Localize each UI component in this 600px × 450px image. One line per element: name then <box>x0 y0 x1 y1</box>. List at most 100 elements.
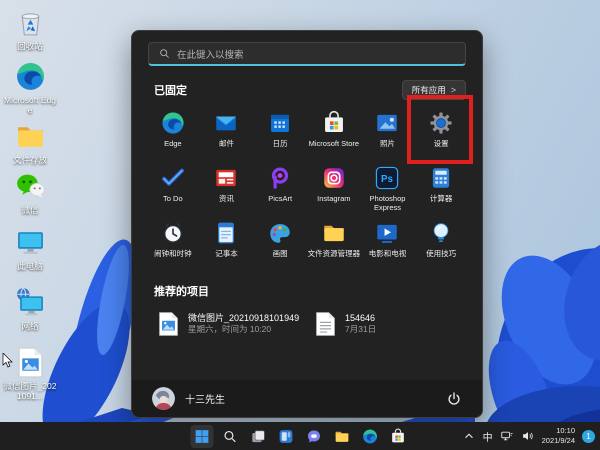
recommended-items: 微信图片_20210918101949星期六，时间为 10:201546467月… <box>152 307 466 341</box>
tray-ime-indicator[interactable]: 中 <box>483 429 493 444</box>
photos-icon <box>374 110 400 136</box>
recommended-item[interactable]: 微信图片_20210918101949星期六，时间为 10:20 <box>152 307 309 341</box>
instagram-icon <box>321 165 347 191</box>
app-tile-instagram[interactable]: Instagram <box>307 161 361 216</box>
app-tile-edge[interactable]: Edge <box>146 106 200 161</box>
app-tile-notepad[interactable]: 记事本 <box>200 216 254 271</box>
app-tile-label: Microsoft Store <box>309 139 359 148</box>
app-tile-picsart[interactable]: PicsArt <box>253 161 307 216</box>
tray-time: 10:10 <box>542 426 575 436</box>
news-icon <box>213 165 239 191</box>
desktop-icon-edge[interactable]: Microsoft Edge <box>2 60 58 115</box>
file-explorer-icon <box>334 428 351 445</box>
app-tile-photoshop-express[interactable]: Ps Photoshop Express <box>361 161 415 216</box>
store-icon <box>390 428 407 445</box>
app-tile-paint[interactable]: 画图 <box>253 216 307 271</box>
desktop-icon-network[interactable]: 网络 <box>2 286 58 331</box>
tray-network-icon[interactable] <box>500 429 514 443</box>
taskbar-chat-button[interactable] <box>303 425 326 448</box>
chat-icon <box>306 428 323 445</box>
app-tile-file-explorer[interactable]: 文件资源管理器 <box>307 216 361 271</box>
image-file-icon <box>158 311 179 337</box>
taskbar-store-button[interactable] <box>387 425 410 448</box>
search-placeholder: 在此键入以搜索 <box>177 47 244 61</box>
user-name[interactable]: 十三先生 <box>185 391 225 406</box>
app-tile-clock[interactable]: 闹钟和时钟 <box>146 216 200 271</box>
app-tile-label: 设置 <box>434 139 449 148</box>
app-tile-tips[interactable]: 使用技巧 <box>414 216 468 271</box>
desktop-icon-recycle-bin[interactable]: 回收站 <box>2 6 58 51</box>
recommended-item-title: 154646 <box>345 313 376 325</box>
mail-icon <box>213 110 239 136</box>
desktop-icon-folder[interactable]: 文件存放 <box>2 120 58 165</box>
tray-date: 2021/9/24 <box>542 436 575 446</box>
start-menu: 在此键入以搜索 已固定 所有应用 > Edge 邮件 日历Microsoft Sto… <box>131 30 483 418</box>
network-icon <box>14 286 47 319</box>
movies-tv-icon <box>374 220 400 246</box>
start-search-box[interactable]: 在此键入以搜索 <box>148 42 466 66</box>
app-tile-label: To Do <box>163 194 183 203</box>
recycle-bin-icon <box>14 6 47 39</box>
app-tile-news[interactable]: 资讯 <box>200 161 254 216</box>
app-tile-label: 使用技巧 <box>426 249 456 258</box>
todo-icon <box>160 165 186 191</box>
taskbar-edge-button[interactable] <box>359 425 382 448</box>
task-view-icon <box>250 428 267 445</box>
taskbar-start-button[interactable] <box>191 425 214 448</box>
taskbar: 中 10:10 2021/9/24 1 <box>0 422 600 450</box>
taskbar-file-explorer-button[interactable] <box>331 425 354 448</box>
app-tile-label: 文件资源管理器 <box>308 249 361 258</box>
clock-icon <box>160 220 186 246</box>
desktop-icon-label: 此电脑 <box>17 261 43 271</box>
recommended-item[interactable]: 1546467月31日 <box>309 307 466 341</box>
taskbar-task-view-button[interactable] <box>247 425 270 448</box>
photoshop-express-icon: Ps <box>374 165 400 191</box>
app-tile-store[interactable]: Microsoft Store <box>307 106 361 161</box>
app-tile-label: Photoshop Express <box>361 194 415 212</box>
desktop-icon-label: 文件存放 <box>13 155 47 165</box>
app-tile-label: 记事本 <box>215 249 238 258</box>
taskbar-search-button[interactable] <box>219 425 242 448</box>
desktop-icon-this-pc[interactable]: 此电脑 <box>2 226 58 271</box>
recommended-item-subtitle: 星期六，时间为 10:20 <box>188 324 299 335</box>
pinned-section-title: 已固定 <box>154 82 187 98</box>
app-tile-label: 计算器 <box>430 194 453 203</box>
desktop-icon-label: 微信图片_2021091... <box>2 381 58 401</box>
desktop-icon-wechat[interactable]: 微信 <box>2 170 58 215</box>
recommended-section-title: 推荐的项目 <box>154 283 466 299</box>
all-apps-button[interactable]: 所有应用 > <box>402 80 466 100</box>
app-tile-settings[interactable]: 设置 <box>414 106 468 161</box>
start-icon <box>194 428 211 445</box>
app-tile-todo[interactable]: To Do <box>146 161 200 216</box>
app-tile-label: Edge <box>164 139 182 148</box>
pinned-app-grid: Edge 邮件 日历Microsoft Store 照片 设置 To Do 资讯PicsAr… <box>146 106 468 271</box>
app-tile-photos[interactable]: 照片 <box>361 106 415 161</box>
edge-icon <box>14 60 47 93</box>
app-tile-label: 闹钟和时钟 <box>154 249 192 258</box>
settings-icon <box>428 110 454 136</box>
app-tile-calculator[interactable]: 计算器 <box>414 161 468 216</box>
tray-chevron-up-icon[interactable] <box>462 429 476 443</box>
app-tile-label: Instagram <box>317 194 350 203</box>
app-tile-movies-tv[interactable]: 电影和电视 <box>361 216 415 271</box>
app-tile-mail[interactable]: 邮件 <box>200 106 254 161</box>
desktop-icon-label: 回收站 <box>17 41 43 51</box>
notification-badge[interactable]: 1 <box>582 430 595 443</box>
user-avatar[interactable] <box>152 387 175 410</box>
text-file-icon <box>315 311 336 337</box>
app-tile-label: 照片 <box>380 139 395 148</box>
app-tile-label: 画图 <box>273 249 288 258</box>
edge-icon <box>160 110 186 136</box>
power-button[interactable] <box>446 391 462 407</box>
tray-clock[interactable]: 10:10 2021/9/24 <box>542 426 575 446</box>
taskbar-widgets-button[interactable] <box>275 425 298 448</box>
desktop-icon-image-file[interactable]: 微信图片_2021091... <box>2 346 58 401</box>
svg-text:Ps: Ps <box>382 174 395 185</box>
app-tile-label: 邮件 <box>219 139 234 148</box>
paint-icon <box>267 220 293 246</box>
taskbar-center <box>191 422 410 450</box>
file-explorer-icon <box>321 220 347 246</box>
tray-volume-icon[interactable] <box>521 429 535 443</box>
recommended-item-subtitle: 7月31日 <box>345 324 376 335</box>
app-tile-calendar[interactable]: 日历 <box>253 106 307 161</box>
